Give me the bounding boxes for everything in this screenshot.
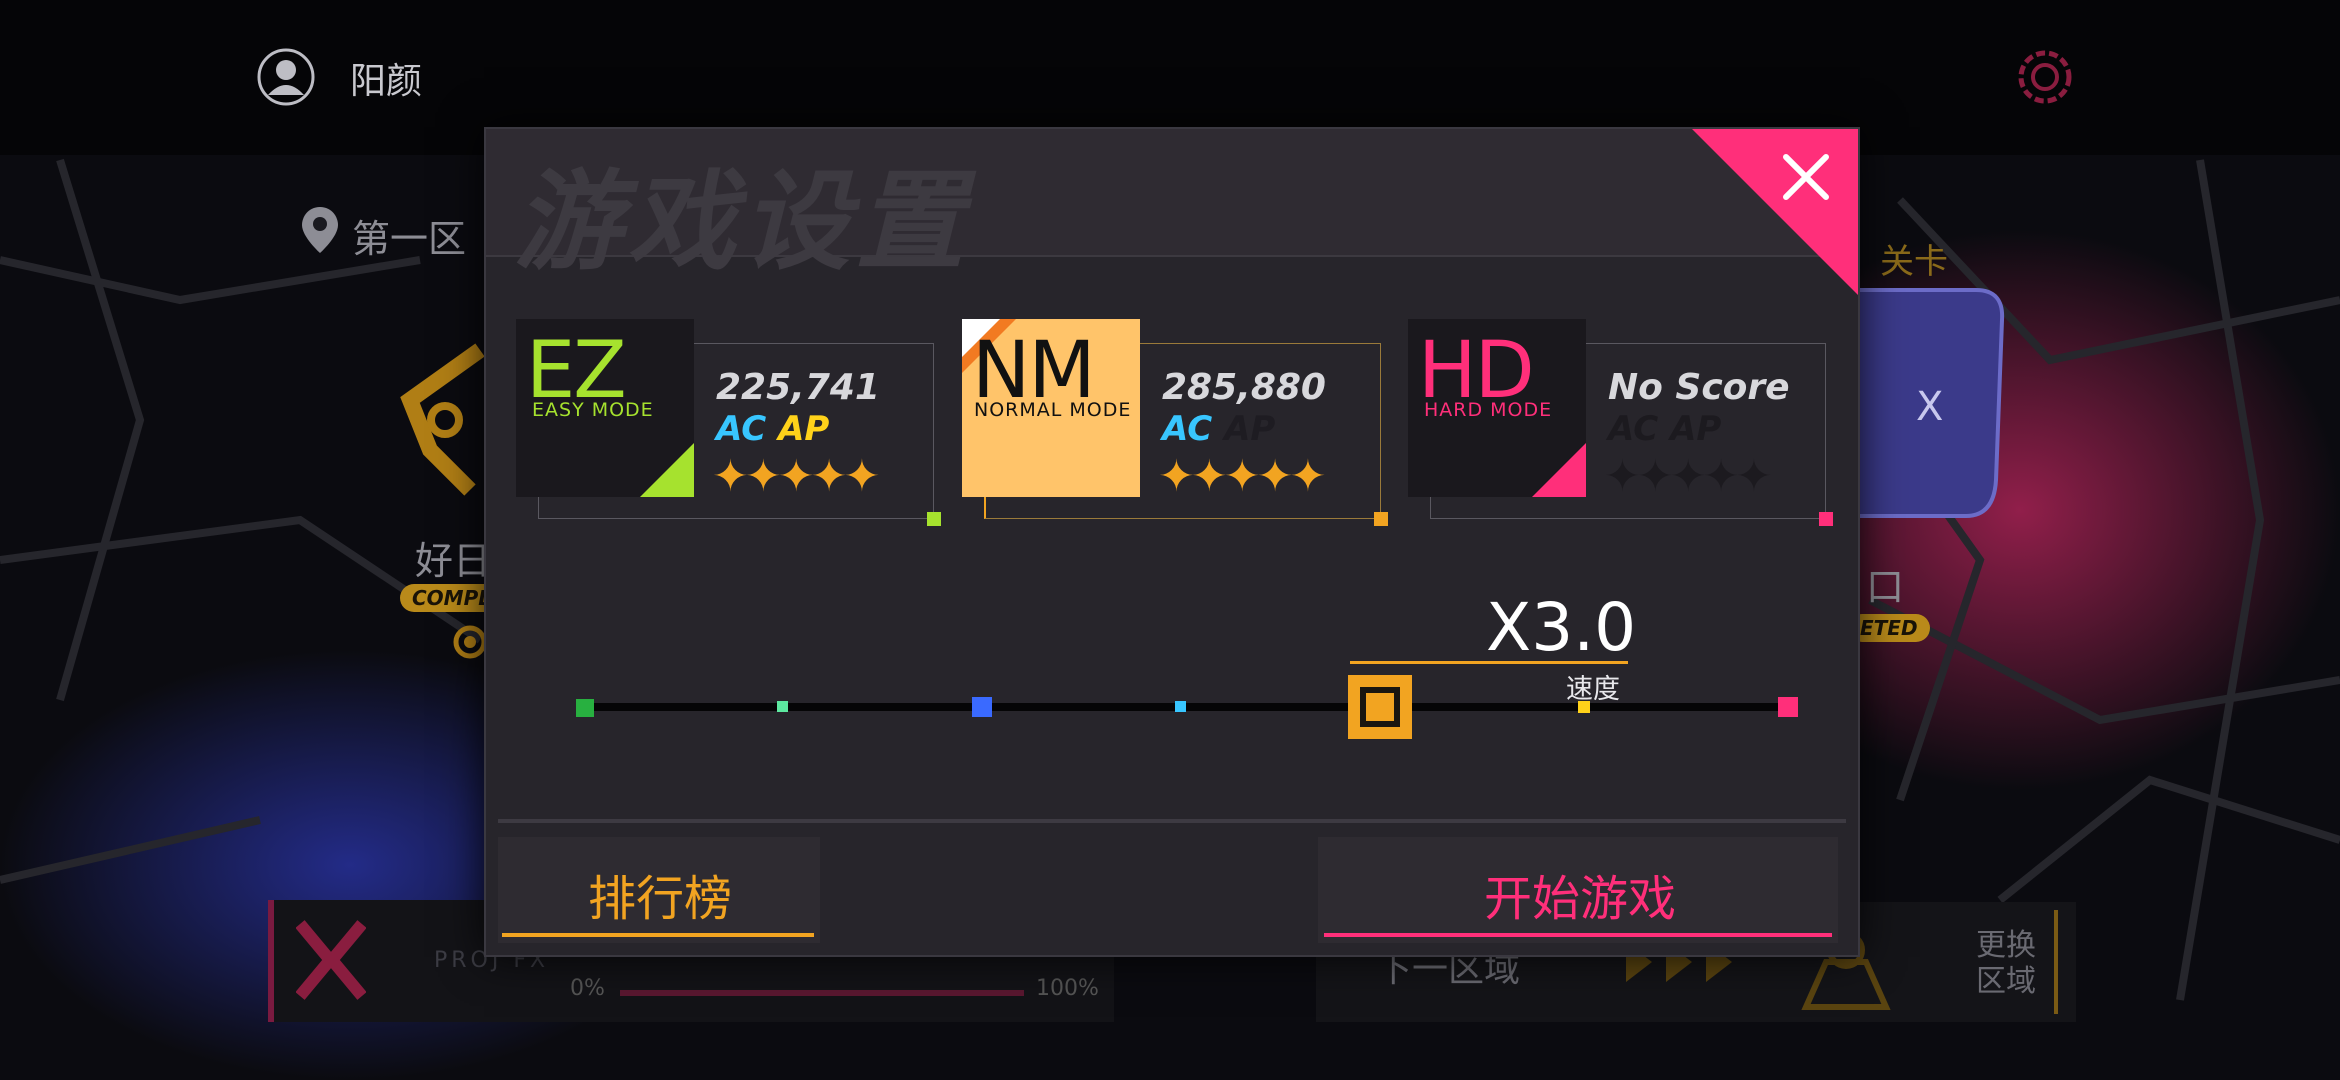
slider-tick: [972, 697, 992, 717]
difficulty-card-hard[interactable]: HD HARD MODE No Score AC AP ✦✦✦✦✦: [1408, 319, 1833, 526]
difficulty-mode: EASY MODE: [532, 399, 654, 421]
difficulty-icon-normal: NM NORMAL MODE: [962, 319, 1140, 497]
difficulty-mode: HARD MODE: [1424, 399, 1553, 421]
star-rating: ✦✦✦✦✦: [712, 451, 880, 502]
username: 阳颜: [350, 61, 423, 102]
difficulty-ac-ap: AC AP: [716, 409, 829, 449]
ac-badge: AC: [1608, 409, 1659, 449]
difficulty-score: 225,741: [716, 367, 880, 408]
difficulty-ac-ap: AC AP: [1162, 409, 1275, 449]
dialog-divider: [498, 819, 1846, 823]
change-region-accent: [2054, 910, 2058, 1014]
start-game-button[interactable]: 开始游戏: [1318, 837, 1838, 943]
speed-value: X3.0: [1486, 589, 1637, 666]
difficulty-mode: NORMAL MODE: [974, 399, 1132, 421]
speed-slider-track[interactable]: [582, 703, 1796, 711]
svg-text:X: X: [1916, 384, 1943, 430]
star-rating: ✦✦✦✦✦: [1158, 451, 1326, 502]
leaderboard-button[interactable]: 排行榜: [498, 837, 820, 943]
star-rating: ✦✦✦✦✦: [1604, 451, 1772, 502]
left-node-label: 好日: [415, 539, 492, 583]
speed-slider-thumb[interactable]: [1348, 675, 1412, 739]
speed-label: 速度: [1566, 674, 1620, 705]
start-game-underline: [1324, 933, 1832, 937]
dialog-title: 游戏设置: [514, 160, 971, 285]
left-node-emblem: [400, 343, 485, 496]
slider-tick: [1578, 701, 1590, 713]
difficulty-score: No Score: [1608, 367, 1790, 408]
difficulty-corner-dot: [1374, 512, 1388, 526]
progress-min-label: 0%: [570, 976, 605, 1001]
start-game-label: 开始游戏: [1484, 871, 1677, 927]
right-node-badge: ETED: [1848, 614, 1930, 642]
region-label: 第一区: [352, 217, 467, 261]
user-icon[interactable]: [256, 47, 316, 107]
difficulty-icon-hard: HD HARD MODE: [1408, 319, 1586, 497]
ap-badge: AP: [778, 409, 830, 449]
leaderboard-label: 排行榜: [588, 871, 733, 927]
speed-underline: [1350, 661, 1628, 664]
difficulty-corner-triangle: [640, 443, 694, 497]
difficulty-score: 285,880: [1162, 367, 1326, 408]
location-pin-icon: [302, 207, 338, 253]
ap-badge: AP: [1670, 409, 1722, 449]
slider-tick-max: [1778, 697, 1798, 717]
difficulty-corner-triangle: [1532, 443, 1586, 497]
right-node-card: X: [1856, 288, 2005, 518]
right-node-label: 口: [1866, 565, 1905, 609]
dialog-header: 游戏设置: [486, 129, 1858, 285]
ap-badge: AP: [1224, 409, 1276, 449]
difficulty-icon-easy: EZ EASY MODE: [516, 319, 694, 497]
ac-badge: AC: [1162, 409, 1213, 449]
leaderboard-underline: [502, 933, 814, 937]
close-icon[interactable]: [1776, 147, 1836, 207]
slider-tick-min: [576, 699, 594, 717]
difficulty-card-normal[interactable]: NM NORMAL MODE 285,880 AC AP ✦✦✦✦✦: [962, 319, 1388, 526]
region-progress-bar: [620, 990, 1024, 996]
difficulty-corner-dot: [927, 512, 941, 526]
ac-badge: AC: [716, 409, 767, 449]
game-settings-dialog: 游戏设置 EZ EASY MODE 225,741 AC AP ✦✦✦✦✦ NM…: [484, 127, 1860, 957]
gear-icon[interactable]: [2010, 42, 2080, 112]
progress-max-label: 100%: [1036, 976, 1099, 1001]
right-top-label: 关卡: [1880, 242, 1948, 282]
slider-tick: [777, 701, 788, 712]
change-region-label[interactable]: 更换 区域: [1976, 928, 2036, 1000]
difficulty-corner-dot: [1819, 512, 1833, 526]
slider-tick: [1175, 701, 1186, 712]
difficulty-card-easy[interactable]: EZ EASY MODE 225,741 AC AP ✦✦✦✦✦: [516, 319, 941, 526]
project-fx-logo-icon: [296, 920, 366, 1000]
difficulty-ac-ap: AC AP: [1608, 409, 1721, 449]
left-node-dot: [453, 625, 487, 659]
